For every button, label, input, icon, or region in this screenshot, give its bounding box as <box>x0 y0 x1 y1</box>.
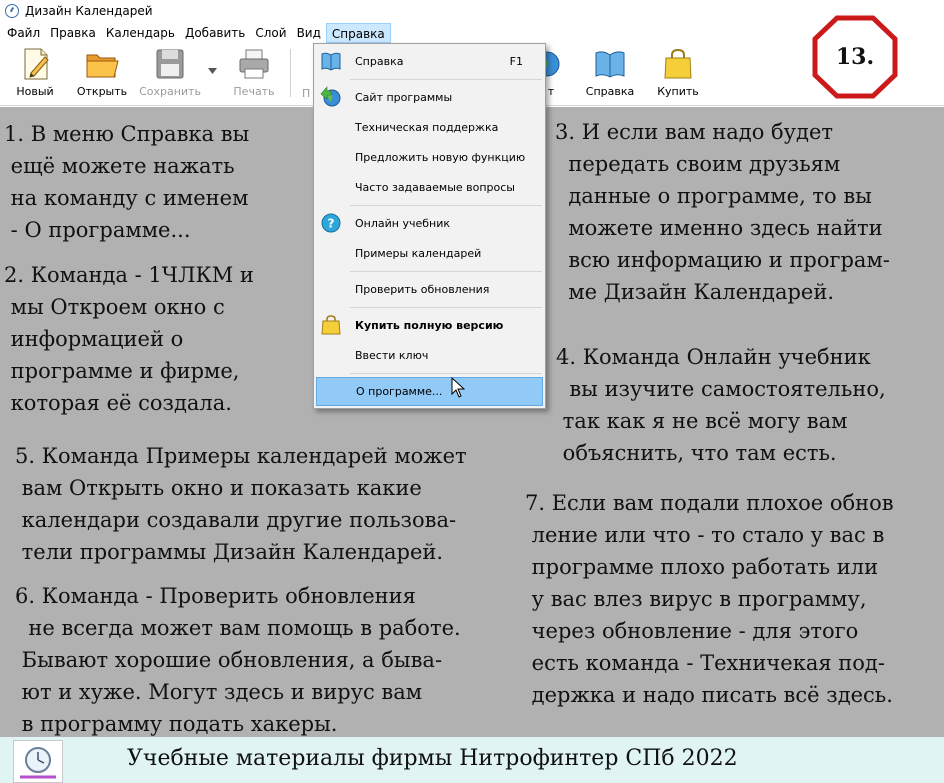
menu-item-tutorial-label: Онлайн учебник <box>355 216 451 230</box>
note-1: 1. В меню Справка вы ещё можете нажать н… <box>4 122 250 242</box>
print-button[interactable]: Печать <box>224 47 284 103</box>
menu-item-help[interactable]: Справка F1 <box>316 48 543 74</box>
open-folder-icon <box>86 54 119 78</box>
menu-separator <box>350 373 542 374</box>
menu-item-suggest[interactable]: Предложить новую функцию <box>316 144 543 170</box>
menu-item-about[interactable]: О программе... <box>316 377 543 406</box>
menu-bar: Файл Правка Календарь Добавить Слой Вид … <box>0 22 944 43</box>
buy-toolbar-label: Купить <box>657 85 699 98</box>
menu-separator <box>350 205 542 206</box>
menu-separator <box>350 79 542 80</box>
step-number: 13. <box>835 44 875 70</box>
printer-icon <box>239 49 269 79</box>
shopping-bag-icon <box>664 48 692 79</box>
menu-item-tutorial[interactable]: ? Онлайн учебник <box>316 210 543 236</box>
book-help-icon <box>595 51 625 78</box>
menu-item-faq-label: Часто задаваемые вопросы <box>355 180 515 194</box>
note-4: 4. Команда Онлайн учебник вы изучите сам… <box>556 345 886 465</box>
footer-banner: Учебные материалы фирмы Нитрофинтер СПб … <box>0 737 944 783</box>
note-3: 3. И если вам надо будет передать своим … <box>555 120 890 304</box>
menu-item-help-shortcut: F1 <box>509 54 523 68</box>
menu-layer[interactable]: Слой <box>250 23 291 43</box>
globe-arrow-icon <box>320 86 341 107</box>
menu-item-buy-full-label: Купить полную версию <box>355 318 504 332</box>
new-button[interactable]: Новый <box>5 47 65 103</box>
save-label: Сохранить <box>139 85 201 98</box>
open-button[interactable]: Открыть <box>72 47 132 103</box>
question-circle-icon: ? <box>321 213 341 233</box>
note-6: 6. Команда - Проверить обновления не все… <box>15 584 461 736</box>
menu-view[interactable]: Вид <box>292 23 326 43</box>
open-label: Открыть <box>76 85 128 98</box>
menu-calendar[interactable]: Календарь <box>101 23 180 43</box>
app-clock-icon <box>5 4 19 18</box>
new-document-icon <box>24 48 49 80</box>
menu-item-website-label: Сайт программы <box>355 90 453 104</box>
footer-logo <box>13 740 63 783</box>
menu-item-enter-key[interactable]: Ввести ключ <box>316 342 543 368</box>
clock-logo-icon <box>20 747 56 779</box>
print-label: Печать <box>233 85 275 98</box>
title-bar: Дизайн Календарей <box>0 0 944 22</box>
menu-add[interactable]: Добавить <box>180 23 250 43</box>
menu-item-examples[interactable]: Примеры календарей <box>316 240 543 266</box>
globe-partial-label: т <box>547 85 555 98</box>
footer-caption: Учебные материалы фирмы Нитрофинтер СПб … <box>127 746 738 771</box>
shopping-bag-icon <box>321 315 341 335</box>
help-toolbar-label: Справка <box>585 85 635 98</box>
window-title: Дизайн Календарей <box>25 4 153 18</box>
help-dropdown-menu: Справка F1 Сайт программы Техническая по… <box>313 43 546 409</box>
menu-item-buy-full[interactable]: Купить полную версию <box>316 312 543 338</box>
menu-help[interactable]: Справка <box>325 22 391 43</box>
menu-item-website[interactable]: Сайт программы <box>316 84 543 110</box>
new-label: Новый <box>16 85 54 98</box>
floppy-disk-icon <box>156 49 184 79</box>
menu-separator <box>350 307 542 308</box>
partial-hidden-label: П <box>302 87 311 100</box>
menu-item-support-label: Техническая поддержка <box>355 120 499 134</box>
buy-toolbar-button[interactable]: Купить <box>648 47 708 103</box>
menu-separator <box>350 271 542 272</box>
note-7: 7. Если вам подали плохое обнов ление ил… <box>525 491 894 707</box>
menu-item-updates-label: Проверить обновления <box>355 282 490 296</box>
menu-item-about-label: О программе... <box>356 385 443 398</box>
menu-item-examples-label: Примеры календарей <box>355 246 482 260</box>
help-toolbar-button[interactable]: Справка <box>580 47 640 103</box>
svg-text:?: ? <box>328 217 335 231</box>
toolbar-separator <box>290 49 291 97</box>
mouse-pointer-icon <box>451 377 465 398</box>
menu-edit[interactable]: Правка <box>45 23 101 43</box>
menu-item-updates[interactable]: Проверить обновления <box>316 276 543 302</box>
note-2: 2. Команда - 1ЧЛКМ и мы Откроем окно с и… <box>4 263 254 415</box>
menu-item-help-label: Справка <box>355 54 404 68</box>
menu-item-enter-key-label: Ввести ключ <box>355 348 429 362</box>
save-button[interactable]: Сохранить <box>139 47 201 103</box>
book-help-icon <box>321 52 341 71</box>
save-dropdown-arrow-icon[interactable] <box>208 68 217 74</box>
menu-item-support[interactable]: Техническая поддержка <box>316 114 543 140</box>
menu-item-suggest-label: Предложить новую функцию <box>355 150 526 164</box>
menu-item-faq[interactable]: Часто задаваемые вопросы <box>316 174 543 200</box>
menu-file[interactable]: Файл <box>2 23 45 43</box>
note-5: 5. Команда Примеры календарей может вам … <box>15 444 467 564</box>
step-badge: 13. <box>812 15 898 99</box>
